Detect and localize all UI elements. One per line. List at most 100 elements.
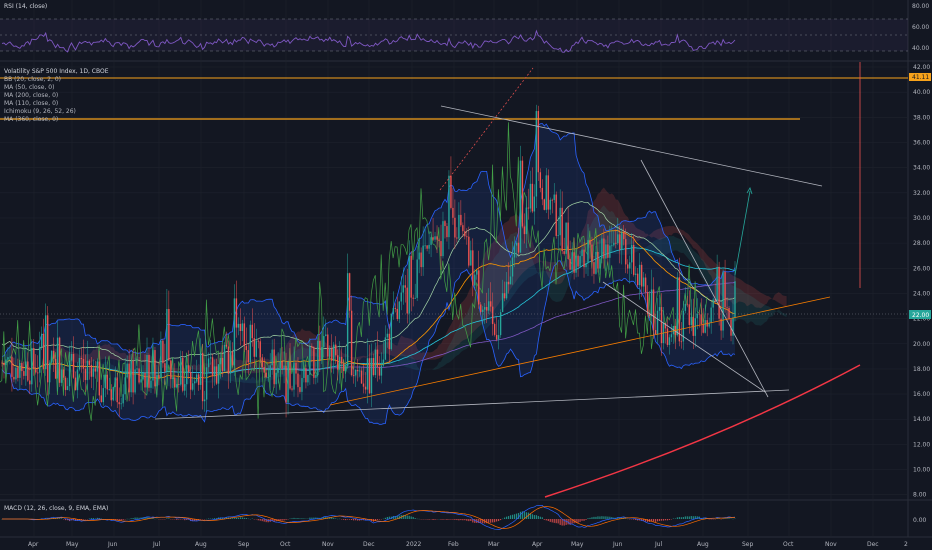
candle-body: [388, 333, 391, 350]
candle-body: [627, 264, 629, 269]
candle-body: [422, 245, 424, 268]
candle-body: [62, 369, 65, 378]
legend-symbol[interactable]: Volatility S&P 500 Index, 1D, CBOE: [4, 68, 109, 75]
candle-body: [340, 356, 343, 364]
macd-bar: [166, 518, 168, 519]
legend-ma110[interactable]: MA (110, close, 0): [4, 100, 58, 107]
macd-bar: [303, 518, 305, 519]
candle-body: [295, 362, 297, 374]
candle-body: [485, 307, 488, 311]
macd-bar: [537, 515, 539, 519]
candle-body: [553, 194, 555, 201]
macd-bar: [384, 517, 386, 519]
macd-bar: [138, 517, 140, 519]
candle-body: [629, 262, 631, 269]
candle-body: [156, 375, 158, 387]
macd-bar: [496, 519, 498, 522]
candle-body: [587, 240, 589, 264]
macd-bar: [59, 518, 61, 519]
macd-bar: [541, 517, 543, 519]
candle-body: [221, 357, 224, 372]
candle-body: [726, 307, 728, 309]
candle-body: [273, 349, 275, 385]
macd-bar: [120, 519, 122, 521]
last-price-label: 22.00: [912, 312, 929, 319]
candle-body: [82, 359, 85, 369]
candle-body: [734, 281, 736, 318]
candle-body: [499, 312, 502, 336]
candle-body: [545, 175, 547, 210]
candle-body: [537, 111, 540, 173]
candle-body: [301, 377, 303, 392]
macd-bar: [279, 519, 281, 521]
candle-body: [172, 377, 174, 380]
rsi-tick-60: 60.00: [912, 24, 929, 31]
candle-body: [360, 370, 363, 384]
macd-bar: [601, 516, 603, 519]
candle-body: [728, 307, 730, 320]
candle-body: [666, 328, 669, 345]
candle-body: [241, 323, 244, 331]
candle-body: [199, 352, 202, 385]
candle-body: [5, 359, 7, 366]
candle-body: [410, 255, 412, 298]
candle-body: [303, 368, 305, 378]
candle-body: [390, 314, 393, 350]
candle-body: [43, 333, 45, 370]
macd-bar: [587, 518, 589, 519]
candle-body: [132, 360, 134, 393]
candle-body: [37, 372, 39, 374]
legend-ichimoku[interactable]: Ichimoku (9, 26, 52, 26): [4, 108, 76, 115]
macd-bar: [658, 519, 661, 521]
candle-body: [404, 285, 406, 288]
macd-bar: [122, 519, 124, 520]
candle-body: [561, 207, 563, 252]
chart-canvas[interactable]: RSI (14, close) 80.00 60.00 40.00 Volati…: [0, 0, 932, 550]
candle-body: [15, 367, 17, 380]
macd-bar: [414, 518, 416, 519]
macd-bar: [237, 517, 239, 519]
candle-body: [333, 344, 335, 361]
macd-bar: [297, 518, 299, 519]
candle-body: [265, 372, 267, 378]
candle-body: [289, 361, 291, 389]
candle-body: [402, 285, 404, 293]
candle-body: [160, 340, 162, 378]
candle-body: [311, 346, 313, 348]
candle-body: [195, 374, 198, 382]
price-tick: 8.00: [913, 492, 927, 499]
macd-bar: [680, 517, 682, 519]
legend-ma360[interactable]: MA (360, close, 0): [4, 116, 58, 123]
candle-body: [418, 252, 420, 260]
legend-bb[interactable]: BB (20, close, 2, 0): [4, 76, 61, 83]
legend-ma200[interactable]: MA (200, close, 0): [4, 92, 58, 99]
macd-bar: [90, 518, 92, 519]
candle-body: [100, 395, 103, 403]
macd-bar: [666, 519, 669, 521]
candle-body: [108, 389, 110, 391]
macd-bar: [354, 519, 357, 521]
candle-body: [696, 313, 698, 319]
candle-body: [331, 348, 333, 361]
time-tick: Nov: [322, 541, 334, 548]
macd-bar: [460, 519, 462, 521]
candle-body: [678, 277, 681, 342]
legend-ma50[interactable]: MA (50, close, 0): [4, 84, 54, 91]
candle-body: [58, 337, 61, 383]
candle-body: [517, 242, 520, 253]
macd-bar: [547, 519, 549, 522]
candle-body: [668, 337, 671, 345]
candle-body: [219, 357, 222, 365]
candle-body: [535, 111, 538, 197]
macd-bar: [692, 516, 694, 519]
macd-tick-0: 0.00: [913, 517, 927, 524]
candle-body: [470, 250, 472, 266]
macd-bar: [309, 517, 311, 519]
candle-body: [474, 274, 476, 286]
candle-body: [487, 301, 490, 311]
candle-body: [625, 239, 627, 265]
price-tick: 28.00: [913, 240, 930, 247]
candle-body: [283, 365, 285, 369]
macd-bar: [378, 519, 381, 520]
macd-bar: [688, 516, 690, 519]
